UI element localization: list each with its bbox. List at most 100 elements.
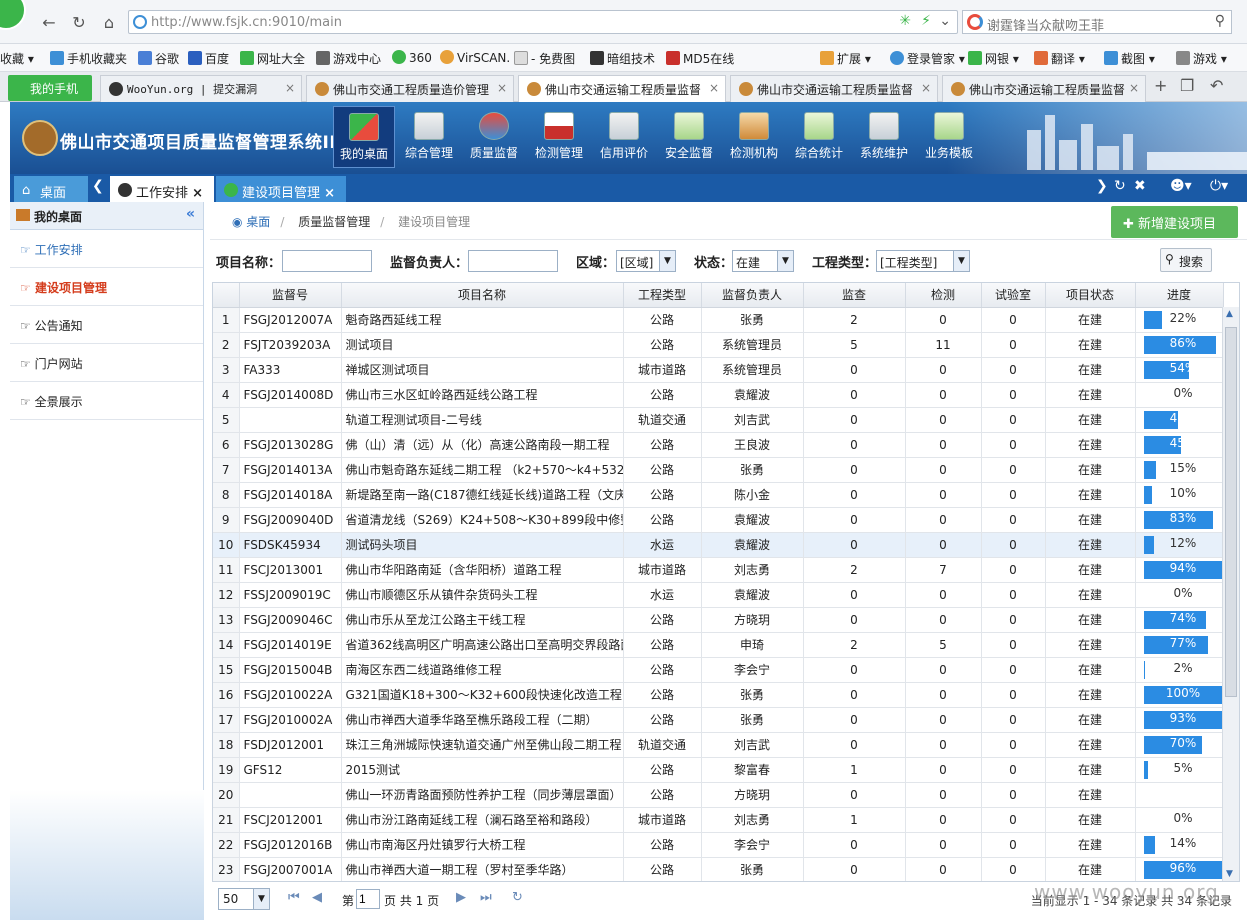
browser-tab[interactable]: 佛山市交通运输工程质量监督 × — [730, 75, 938, 102]
menu-safety[interactable]: 安全监督 — [658, 106, 720, 168]
sidebar-item-project-management[interactable]: ☞ 建设项目管理 — [10, 268, 203, 306]
browser-tab-active[interactable]: 佛山市交通运输工程质量监督 × — [518, 75, 726, 103]
security-icon[interactable]: ✳ — [899, 13, 911, 29]
power-icon[interactable]: ⏻▾ — [1210, 178, 1228, 194]
user-icon[interactable]: ☻▾ — [1170, 178, 1192, 194]
bookmark-item[interactable]: MD5在线 — [666, 50, 734, 67]
scrollbar-thumb[interactable] — [1225, 327, 1237, 697]
bookmark-item[interactable]: 截图 ▾ — [1104, 50, 1155, 67]
bookmark-item[interactable]: 百度 — [188, 50, 229, 67]
col-header[interactable]: 工程类型 — [623, 283, 702, 308]
scroll-up-icon[interactable]: ▲ — [1226, 309, 1233, 319]
breadcrumb-home[interactable]: ◉ 桌面 — [232, 215, 270, 229]
table-row[interactable]: 9 FSGJ2009040D 省道清龙线（S269）K24+508～K30+899段… — [213, 507, 1224, 533]
table-row[interactable]: 23 FSGJ2007001A 佛山市禅西大道一期工程（罗村至季华路） 公路 张勇 0 0 0… — [213, 857, 1224, 881]
tab-project-management[interactable]: 建设项目管理 × — [216, 176, 346, 202]
new-tab-icon[interactable]: + — [1154, 76, 1167, 95]
page-number-input[interactable] — [356, 889, 380, 909]
browser-tab[interactable]: 佛山市交通工程质量造价管理 × — [306, 75, 514, 102]
table-row[interactable]: 12 FSSJ2009019C 佛山市顺德区乐从镇件杂货码头工程 水运 袁耀波 0 0 0 在建… — [213, 582, 1224, 608]
last-page-icon[interactable]: ⏭ — [480, 890, 492, 905]
bookmark-item[interactable]: 网银 ▾ — [968, 50, 1019, 67]
back-icon[interactable]: ← — [38, 12, 60, 34]
table-row[interactable]: 2 FSJT2039203A 测试项目 公路 系统管理员 5 11 0 在建 86% — [213, 332, 1224, 358]
col-header[interactable]: 项目状态 — [1045, 283, 1136, 308]
col-header[interactable]: 监督负责人 — [701, 283, 804, 308]
bookmark-item[interactable]: 登录管家 ▾ — [890, 50, 965, 67]
table-row[interactable]: 17 FSGJ2010002A 佛山市禅西大道季华路至樵乐路段工程（二期） 公路 张勇 0… — [213, 707, 1224, 733]
menu-my-desktop[interactable]: 我的桌面 — [333, 106, 395, 168]
close-all-icon[interactable]: ✖ — [1134, 178, 1146, 194]
bookmark-item[interactable]: VirSCAN. — [440, 50, 510, 65]
col-header[interactable]: 监督号 — [239, 283, 342, 308]
table-row[interactable]: 3 FA333 禅城区测试项目 城市道路 系统管理员 0 0 0 在建 54% — [213, 357, 1224, 383]
add-project-button[interactable]: ✚ 新增建设项目 — [1111, 206, 1238, 238]
close-icon[interactable]: × — [709, 81, 719, 95]
search-button[interactable]: ⚲ 搜索 — [1160, 248, 1212, 272]
manager-input[interactable] — [468, 250, 558, 272]
col-header[interactable]: 项目名称 — [341, 283, 624, 308]
table-row[interactable]: 5 轨道工程测试项目-二号线 轨道交通 刘吉武 0 0 0 在建 41% — [213, 407, 1224, 433]
menu-testing[interactable]: 检测管理 — [528, 106, 590, 168]
table-row[interactable]: 21 FSCJ2012001 佛山市汾江路南延线工程（澜石路至裕和路段） 城市道路 刘志… — [213, 807, 1224, 833]
table-row[interactable]: 10 FSDSK45934 测试码头项目 水运 袁耀波 0 0 0 在建 12% — [213, 532, 1224, 558]
table-row[interactable]: 20 佛山一环沥青路面预防性养护工程（同步薄层罩面） 公路 方晓玥 0 0 0 在建 — [213, 782, 1224, 808]
project-name-input[interactable] — [282, 250, 372, 272]
bookmark-item[interactable]: 游戏 ▾ — [1176, 50, 1227, 67]
menu-system[interactable]: 系统维护 — [853, 106, 915, 168]
table-row[interactable]: 7 FSGJ2014013A 佛山市魁奇路东延线二期工程 （k2+570～k4+53… — [213, 457, 1224, 483]
table-row[interactable]: 14 FSGJ2014019E 省道362线高明区广明高速公路出口至高明交界段路面公… — [213, 632, 1224, 658]
bookmark-item[interactable]: 翻译 ▾ — [1034, 50, 1085, 67]
bookmark-item[interactable]: 收藏 ▾ — [0, 50, 34, 67]
tab-desktop[interactable]: ⌂ 桌面 — [14, 176, 88, 202]
menu-quality[interactable]: 质量监督 — [463, 106, 525, 168]
restore-tab-icon[interactable]: ❐ — [1180, 76, 1194, 95]
col-header[interactable]: 检测 — [905, 283, 982, 308]
menu-general[interactable]: 综合管理 — [398, 106, 460, 168]
status-select[interactable]: 在建 ▼ — [732, 250, 794, 272]
close-icon[interactable]: × — [1129, 81, 1139, 95]
sidebar-item-work-schedule[interactable]: ☞ 工作安排 — [10, 230, 203, 268]
tab-work-schedule[interactable]: 工作安排 × — [110, 176, 214, 202]
bookmark-item[interactable]: 扩展 ▾ — [820, 50, 871, 67]
collapse-icon[interactable]: « — [186, 206, 195, 222]
sidebar-item-portal[interactable]: ☞ 门户网站 — [10, 344, 203, 382]
refresh-icon[interactable]: ↻ — [1114, 178, 1126, 194]
col-header[interactable]: 进度 — [1135, 283, 1224, 308]
col-header[interactable]: 试验室 — [981, 283, 1046, 308]
page-size-select[interactable]: 50 ▼ — [218, 888, 270, 910]
lightning-icon[interactable]: ⚡ — [921, 13, 931, 29]
close-icon[interactable]: × — [285, 81, 295, 95]
table-row[interactable]: 16 FSGJ2010022A G321国道K18+300～K32+600段快速化改… — [213, 682, 1224, 708]
close-icon[interactable]: × — [921, 81, 931, 95]
dropdown-icon[interactable]: ⌄ — [939, 13, 951, 29]
table-row[interactable]: 18 FSDJ2012001 珠江三角洲城际快速轨道交通广州至佛山段二期工程 轨道交通… — [213, 732, 1224, 758]
tab-my-phone[interactable]: 我的手机 — [8, 75, 92, 101]
bookmark-item[interactable]: 暗组技术 — [590, 50, 655, 67]
breadcrumb-item[interactable]: 质量监督管理 — [298, 215, 370, 229]
bookmark-item[interactable]: - 免费图 — [514, 50, 575, 67]
search-icon[interactable]: ⚲ — [1215, 13, 1225, 29]
refresh-icon[interactable]: ↻ — [512, 890, 523, 905]
type-select[interactable]: [工程类型] ▼ — [876, 250, 970, 272]
table-row[interactable]: 11 FSCJ2013001 佛山市华阳路南延（含华阳桥）道路工程 城市道路 刘志勇 2 7… — [213, 557, 1224, 583]
tab-scroll-left-icon[interactable]: ❮ — [92, 178, 104, 194]
sidebar-item-notices[interactable]: ☞ 公告通知 — [10, 306, 203, 344]
sidebar-item-panorama[interactable]: ☞ 全景展示 — [10, 382, 203, 420]
table-row[interactable]: 6 FSGJ2013028G 佛（山）清（远）从（化）高速公路南段一期工程 公路 王良波… — [213, 432, 1224, 458]
address-bar[interactable]: http://www.fsjk.cn:9010/main ✳ ⚡ ⌄ — [128, 10, 958, 34]
table-row[interactable]: 4 FSGJ2014008D 佛山市三水区虹岭路西延线公路工程 公路 袁耀波 0 0 0 在建 0… — [213, 382, 1224, 408]
undo-icon[interactable]: ↶ — [1210, 76, 1223, 95]
bookmark-item[interactable]: 谷歌 — [138, 50, 179, 67]
first-page-icon[interactable]: ⏮ — [288, 890, 300, 905]
table-row[interactable]: 13 FSGJ2009046C 佛山市乐从至龙江公路主干线工程 公路 方晓玥 0 0 0 在建 7… — [213, 607, 1224, 633]
browser-tab[interactable]: 佛山市交通运输工程质量监督 × — [942, 75, 1146, 102]
area-select[interactable]: [区域] ▼ — [616, 250, 676, 272]
close-icon[interactable]: × — [324, 186, 335, 201]
vertical-scrollbar[interactable]: ▲ ▼ — [1222, 307, 1239, 881]
col-header[interactable]: 监查 — [803, 283, 906, 308]
bookmark-item[interactable]: 360 — [392, 50, 432, 65]
bookmark-item[interactable]: 游戏中心 — [316, 50, 381, 67]
table-row[interactable]: 15 FSGJ2015004B 南海区东西二线道路维修工程 公路 李会宁 0 0 0 在建 2% — [213, 657, 1224, 683]
table-row[interactable]: 19 GFS12 2015测试 公路 黎富春 1 0 0 在建 5% — [213, 757, 1224, 783]
